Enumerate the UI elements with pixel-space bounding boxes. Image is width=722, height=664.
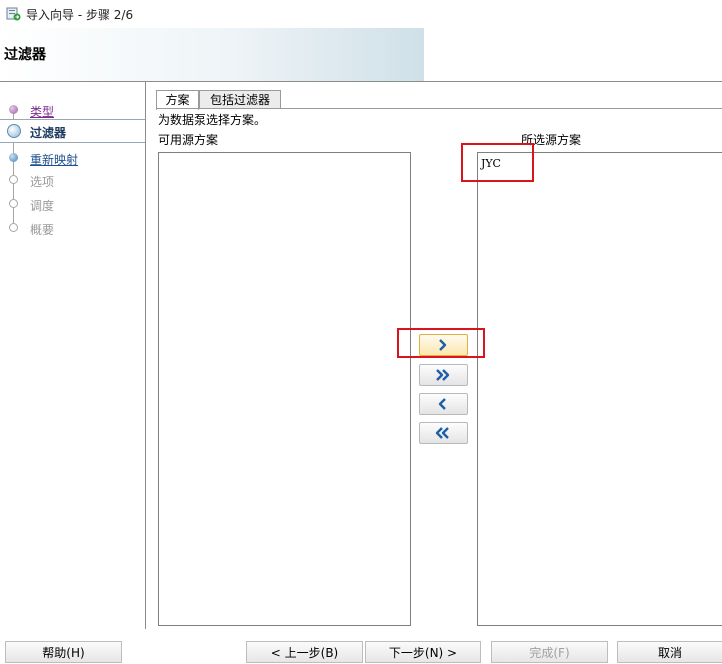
step-item-filter[interactable]: 过滤器 <box>0 119 145 143</box>
next-button[interactable]: 下一步(N) > <box>365 641 481 663</box>
finish-button[interactable]: 完成(F) <box>491 641 608 663</box>
step-item-type[interactable]: 类型 <box>0 99 145 121</box>
move-left-button[interactable] <box>419 393 468 415</box>
step-future-icon <box>9 223 18 232</box>
step-item-schedule: 调度 <box>0 193 145 215</box>
step-item-remap[interactable]: 重新映射 <box>0 147 145 169</box>
banner-gradient <box>0 28 424 81</box>
cancel-button[interactable]: 取消 <box>617 641 722 663</box>
tab-schema[interactable]: 方案 <box>156 90 199 110</box>
chevron-left-icon <box>438 398 446 410</box>
app-icon <box>6 7 21 21</box>
wizard-steps-nav: 类型 过滤器 重新映射 选项 调度 概要 <box>0 82 145 629</box>
double-chevron-left-icon <box>435 427 449 439</box>
tab-strip-border <box>156 108 722 109</box>
step-current-icon <box>7 124 21 138</box>
annotation-box-move-button <box>397 328 485 358</box>
annotation-box-selected-item <box>461 143 534 182</box>
step-visited-icon <box>9 105 18 114</box>
step-future-icon <box>9 199 18 208</box>
selected-schemas-list[interactable]: JYC <box>477 152 722 626</box>
step-label: 选项 <box>30 175 55 189</box>
step-label: 调度 <box>30 199 55 213</box>
move-all-left-button[interactable] <box>419 422 468 444</box>
step-item-summary: 概要 <box>0 217 145 239</box>
move-all-right-button[interactable] <box>419 364 468 386</box>
page-title: 过滤器 <box>4 47 46 63</box>
step-label: 类型 <box>30 105 55 119</box>
available-schemas-label: 可用源方案 <box>158 133 219 147</box>
double-chevron-right-icon <box>436 369 450 381</box>
footer-bar: 帮助(H) < 上一步(B) 下一步(N) > 完成(F) 取消 <box>0 629 722 663</box>
header-banner: 过滤器 <box>0 28 722 81</box>
help-button[interactable]: 帮助(H) <box>5 641 122 663</box>
back-button[interactable]: < 上一步(B) <box>246 641 363 663</box>
window-title: 导入向导 - 步骤 2/6 <box>26 8 134 22</box>
step-link-icon <box>9 153 18 162</box>
step-label: 过滤器 <box>30 126 67 140</box>
available-schemas-list[interactable] <box>158 152 411 626</box>
tab-include-filter[interactable]: 包括过滤器 <box>199 90 281 109</box>
step-item-options: 选项 <box>0 169 145 191</box>
step-label: 重新映射 <box>30 153 79 167</box>
instruction-text: 为数据泵选择方案。 <box>158 113 267 127</box>
step-label: 概要 <box>30 223 55 237</box>
step-future-icon <box>9 175 18 184</box>
title-bar: 导入向导 - 步骤 2/6 <box>0 0 722 28</box>
